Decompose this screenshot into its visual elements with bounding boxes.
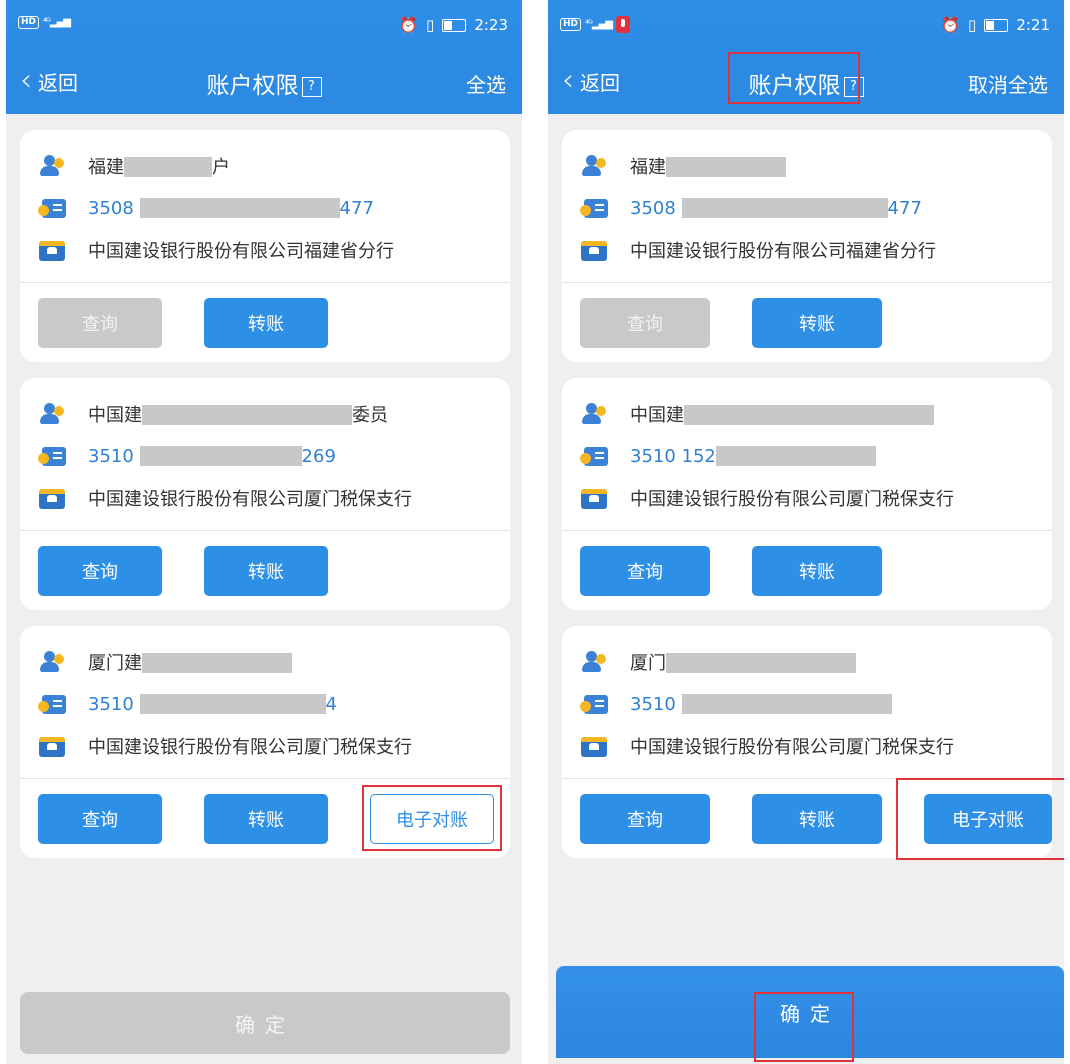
query-button[interactable]: 查询 xyxy=(580,298,710,348)
status-time: 2:21 xyxy=(1016,16,1050,34)
bank-icon xyxy=(38,238,66,262)
bank-name: 中国建设银行股份有限公司厦门税保支行 xyxy=(630,737,954,758)
id-card-icon xyxy=(580,444,608,468)
account-number: 3508 477 xyxy=(88,197,374,219)
alarm-icon: ⏰ xyxy=(941,16,961,34)
page-title-text: 账户权限 xyxy=(748,73,841,99)
status-bar: HD ⁴ᴳ▂▄▆ ⏰ ▯ 2:21 xyxy=(548,0,1064,52)
id-card-icon xyxy=(38,196,66,220)
account-card: 中国建 委员 3510 269 中国建设银行股份有限公司厦门税保支行 查询 转账 xyxy=(20,378,510,610)
select-all-button[interactable]: 全选 xyxy=(466,69,506,98)
bank-icon xyxy=(580,238,608,262)
hd-icon: HD xyxy=(560,18,582,31)
person-icon xyxy=(580,154,608,178)
query-button[interactable]: 查询 xyxy=(38,298,162,348)
account-name: 福建户 xyxy=(88,157,230,178)
transfer-button[interactable]: 转账 xyxy=(204,794,328,844)
divider xyxy=(20,282,510,283)
account-card: 中国建 3510 152 中国建设银行股份有限公司厦门税保支行 查询 转账 xyxy=(562,378,1052,610)
account-name: 中国建 xyxy=(630,401,934,427)
account-name: 福建 xyxy=(630,153,786,179)
divider xyxy=(562,530,1052,531)
screenshot-left: HD ⁴ᴳ▂▄▆ ⏰ ▯ 2:23 ‹ 返回 账户权限? 全选 福建户 3508… xyxy=(6,0,522,1064)
battery-icon xyxy=(442,18,467,32)
account-number: 3510 xyxy=(630,693,892,715)
e-reconciliation-button[interactable]: 电子对账 xyxy=(370,794,494,844)
help-icon[interactable]: ? xyxy=(843,77,864,97)
query-button[interactable]: 查询 xyxy=(38,546,162,596)
vibrate-icon: ▯ xyxy=(426,16,435,34)
transfer-button[interactable]: 转账 xyxy=(752,546,882,596)
confirm-button[interactable]: 确定 xyxy=(20,992,510,1054)
nav-bar: ‹ 返回 账户权限? 取消全选 xyxy=(548,52,1064,114)
bank-name: 中国建设银行股份有限公司厦门税保支行 xyxy=(88,489,412,510)
vibrate-icon: ▯ xyxy=(968,16,977,34)
account-card: 厦门 3510 中国建设银行股份有限公司厦门税保支行 查询 转账 电子对账 xyxy=(562,626,1052,858)
person-icon xyxy=(580,402,608,426)
account-number: 3508 477 xyxy=(630,197,922,219)
account-card: 福建 3508 477 中国建设银行股份有限公司福建省分行 查询 转账 xyxy=(562,130,1052,362)
person-icon xyxy=(38,402,66,426)
mic-icon xyxy=(615,16,630,33)
id-card-icon xyxy=(580,692,608,716)
page-title: 账户权限? xyxy=(6,66,522,100)
signal-icon: ⁴ᴳ▂▄▆ xyxy=(585,19,613,30)
transfer-button[interactable]: 转账 xyxy=(752,794,882,844)
bank-icon xyxy=(580,734,608,758)
bank-icon xyxy=(580,486,608,510)
query-button[interactable]: 查询 xyxy=(38,794,162,844)
bank-name: 中国建设银行股份有限公司福建省分行 xyxy=(630,241,936,262)
deselect-all-button[interactable]: 取消全选 xyxy=(968,69,1048,98)
divider xyxy=(20,778,510,779)
signal-icon: ⁴ᴳ▂▄▆ xyxy=(43,17,71,28)
person-icon xyxy=(580,650,608,674)
confirm-button[interactable]: 确定 xyxy=(556,966,1064,1058)
account-number: 3510 4 xyxy=(88,693,337,715)
divider xyxy=(562,778,1052,779)
hd-icon: HD xyxy=(18,16,40,29)
screenshot-right: HD ⁴ᴳ▂▄▆ ⏰ ▯ 2:21 ‹ 返回 账户权限? 取消全选 福建 350… xyxy=(548,0,1064,1064)
person-icon xyxy=(38,650,66,674)
query-button[interactable]: 查询 xyxy=(580,794,710,844)
bank-name: 中国建设银行股份有限公司福建省分行 xyxy=(88,241,394,262)
bank-icon xyxy=(38,734,66,758)
page-title-text: 账户权限 xyxy=(206,73,299,99)
divider xyxy=(562,282,1052,283)
nav-bar: ‹ 返回 账户权限? 全选 xyxy=(6,52,522,114)
transfer-button[interactable]: 转账 xyxy=(204,546,328,596)
battery-icon xyxy=(984,18,1009,32)
account-card: 福建户 3508 477 中国建设银行股份有限公司福建省分行 查询 转账 xyxy=(20,130,510,362)
account-number: 3510 152 xyxy=(630,445,876,467)
query-button[interactable]: 查询 xyxy=(580,546,710,596)
transfer-button[interactable]: 转账 xyxy=(204,298,328,348)
status-time: 2:23 xyxy=(474,16,508,34)
status-bar: HD ⁴ᴳ▂▄▆ ⏰ ▯ 2:23 xyxy=(6,0,522,52)
bank-name: 中国建设银行股份有限公司厦门税保支行 xyxy=(88,737,412,758)
transfer-button[interactable]: 转账 xyxy=(752,298,882,348)
account-name: 厦门 xyxy=(630,649,856,675)
id-card-icon xyxy=(38,444,66,468)
divider xyxy=(20,530,510,531)
id-card-icon xyxy=(580,196,608,220)
bank-name: 中国建设银行股份有限公司厦门税保支行 xyxy=(630,489,954,510)
alarm-icon: ⏰ xyxy=(399,16,419,34)
account-name: 中国建 委员 xyxy=(88,405,388,426)
e-reconciliation-button[interactable]: 电子对账 xyxy=(924,794,1052,844)
account-name: 厦门建 xyxy=(88,649,292,675)
account-number: 3510 269 xyxy=(88,445,336,467)
bank-icon xyxy=(38,486,66,510)
id-card-icon xyxy=(38,692,66,716)
person-icon xyxy=(38,154,66,178)
account-card: 厦门建 3510 4 中国建设银行股份有限公司厦门税保支行 查询 转账 电子对账 xyxy=(20,626,510,858)
help-icon[interactable]: ? xyxy=(301,77,322,97)
